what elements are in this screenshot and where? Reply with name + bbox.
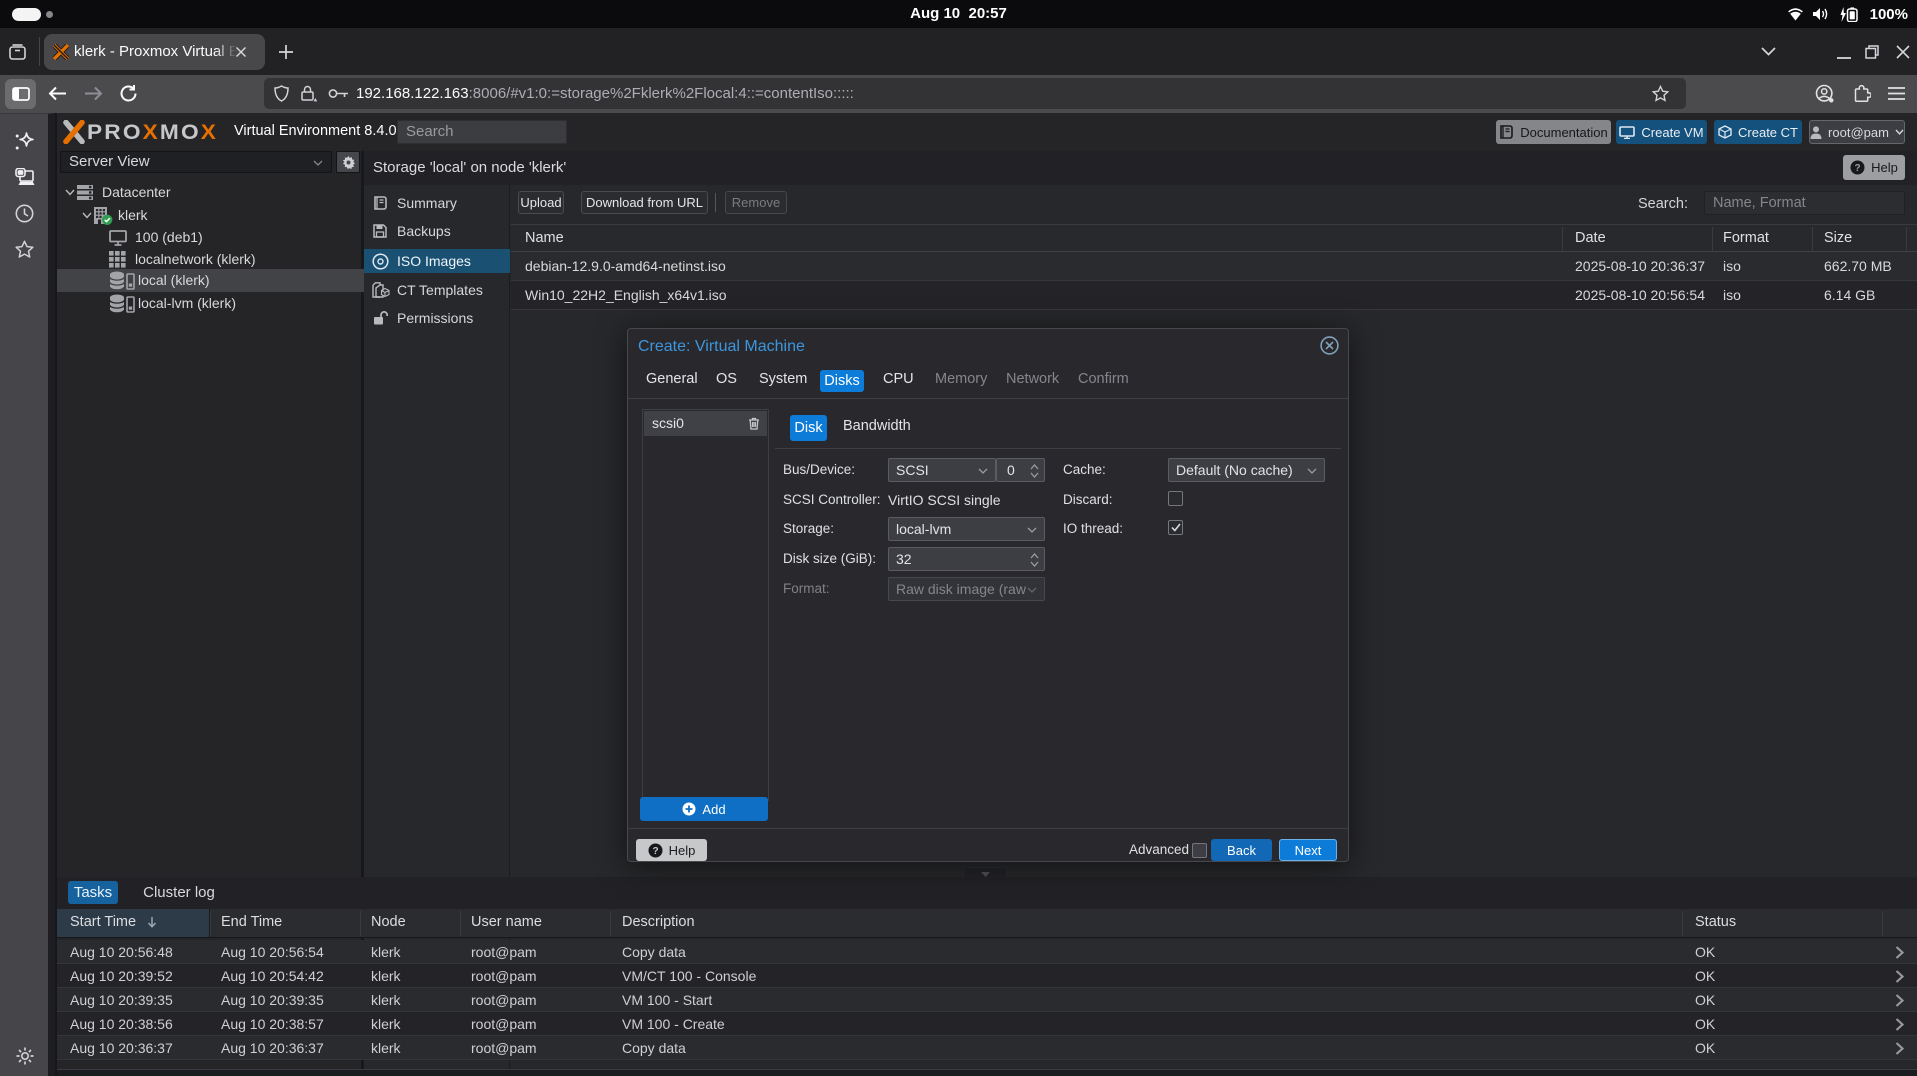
svg-text:?: ?	[1855, 163, 1861, 174]
svg-text:?: ?	[652, 846, 658, 857]
